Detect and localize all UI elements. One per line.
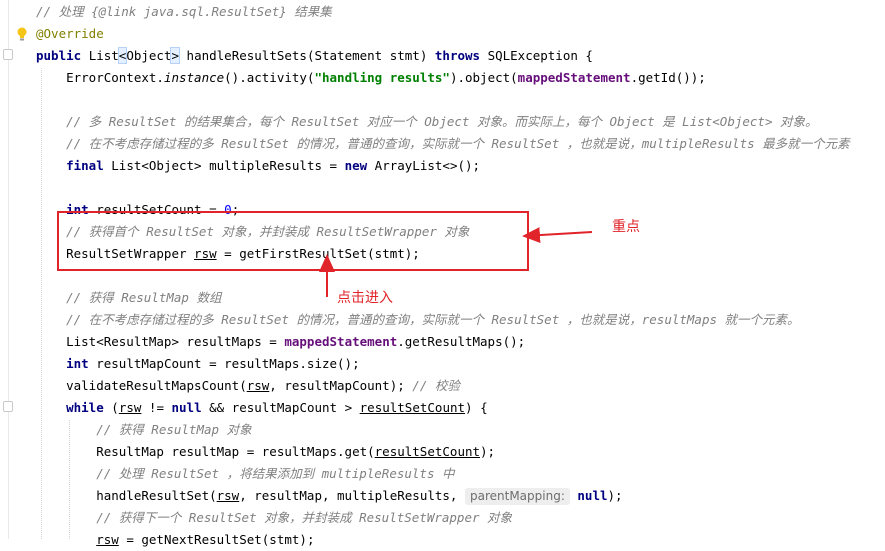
annotation-arrows bbox=[319, 227, 593, 297]
annotation-key-point: 重点 bbox=[612, 219, 640, 235]
annotation-click-into: 点击进入 bbox=[337, 290, 393, 306]
arrow-key-point bbox=[522, 227, 593, 244]
